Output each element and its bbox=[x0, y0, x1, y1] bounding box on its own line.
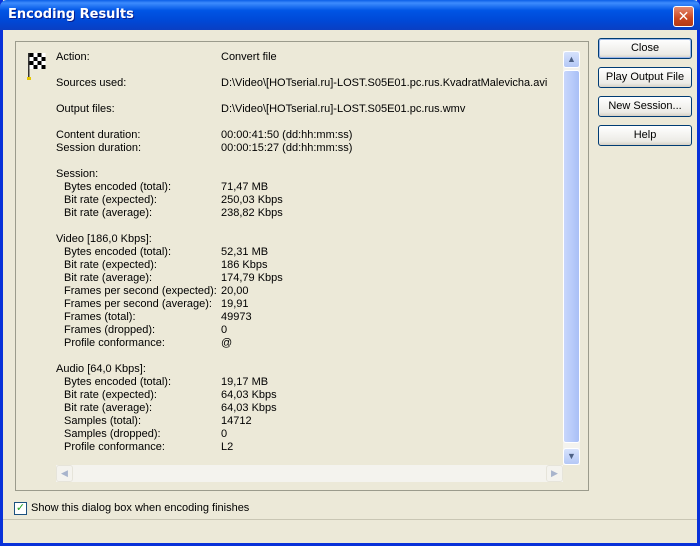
session-row-label: Bit rate (average): bbox=[64, 207, 153, 219]
scroll-right-button[interactable]: ▶ bbox=[546, 465, 563, 482]
video-header: Video [186,0 Kbps]: bbox=[56, 233, 152, 245]
video-row-value: 49973 bbox=[221, 311, 252, 323]
play-output-file-button[interactable]: Play Output File bbox=[598, 67, 692, 88]
window-close-button[interactable]: ✕ bbox=[673, 6, 694, 27]
new-session-label: New Session... bbox=[608, 100, 682, 112]
scroll-left-button[interactable]: ◀ bbox=[56, 465, 73, 482]
title-bar: Encoding Results ✕ bbox=[0, 0, 700, 30]
video-row-label: Profile conformance: bbox=[64, 337, 165, 349]
video-row-label: Bit rate (average): bbox=[64, 272, 153, 284]
sources-value: D:\Video\[HOTserial.ru]-LOST.S05E01.pc.r… bbox=[221, 77, 548, 89]
session-row-label: Bit rate (expected): bbox=[64, 194, 157, 206]
video-row-label: Frames per second (expected): bbox=[64, 285, 217, 297]
audio-row-value: L2 bbox=[221, 441, 234, 453]
video-row-value: 20,00 bbox=[221, 285, 249, 297]
audio-row-value: 14712 bbox=[221, 415, 252, 427]
scroll-down-button[interactable]: ▼ bbox=[563, 448, 580, 465]
video-row-label: Frames per second (average): bbox=[64, 298, 212, 310]
vertical-scrollbar[interactable]: ▲ ▼ bbox=[563, 51, 580, 465]
content-duration-label: Content duration: bbox=[56, 129, 141, 141]
audio-row-label: Bytes encoded (total): bbox=[64, 376, 172, 388]
help-label: Help bbox=[633, 129, 657, 141]
audio-row-value: 64,03 Kbps bbox=[221, 389, 277, 401]
content-duration-value: 00:00:41:50 (dd:hh:mm:ss) bbox=[221, 129, 353, 141]
session-duration-value: 00:00:15:27 (dd:hh:mm:ss) bbox=[221, 142, 353, 154]
play-output-file-label: Play Output File bbox=[605, 71, 685, 83]
sources-label: Sources used: bbox=[56, 77, 127, 89]
video-row-label: Frames (dropped): bbox=[64, 324, 156, 336]
checkered-flag-icon bbox=[27, 53, 46, 80]
show-dialog-label[interactable]: Show this dialog box when encoding finis… bbox=[31, 502, 249, 515]
encoding-results-dialog: Encoding Results ✕ Action: Convert file … bbox=[0, 0, 700, 546]
video-row-value: 19,91 bbox=[221, 298, 249, 310]
scroll-up-button[interactable]: ▲ bbox=[563, 51, 580, 68]
vertical-scroll-thumb[interactable] bbox=[563, 70, 580, 443]
video-row-label: Bit rate (expected): bbox=[64, 259, 157, 271]
video-row-value: 52,31 MB bbox=[221, 246, 269, 258]
audio-row-value: 64,03 Kbps bbox=[221, 402, 277, 414]
audio-row-label: Samples (dropped): bbox=[64, 428, 161, 440]
help-button[interactable]: Help bbox=[598, 125, 692, 146]
session-row-value: 71,47 MB bbox=[221, 181, 269, 193]
close-button-label: Close bbox=[630, 42, 660, 54]
close-button[interactable]: Close bbox=[598, 38, 692, 59]
window-title: Encoding Results bbox=[8, 7, 134, 22]
status-bar bbox=[3, 519, 697, 543]
action-label: Action: bbox=[56, 51, 90, 63]
session-header: Session: bbox=[56, 168, 99, 180]
audio-row-label: Profile conformance: bbox=[64, 441, 165, 453]
output-label: Output files: bbox=[56, 103, 115, 115]
audio-row-value: 19,17 MB bbox=[221, 376, 269, 388]
audio-header: Audio [64,0 Kbps]: bbox=[56, 363, 146, 375]
audio-row-label: Bit rate (expected): bbox=[64, 389, 157, 401]
video-row-value: 186 Kbps bbox=[221, 259, 268, 271]
audio-row-label: Bit rate (average): bbox=[64, 402, 153, 414]
video-row-label: Bytes encoded (total): bbox=[64, 246, 172, 258]
audio-row-label: Samples (total): bbox=[64, 415, 142, 427]
session-row-value: 238,82 Kbps bbox=[221, 207, 283, 219]
output-value: D:\Video\[HOTserial.ru]-LOST.S05E01.pc.r… bbox=[221, 103, 466, 115]
horizontal-scrollbar[interactable]: ◀ ▶ bbox=[56, 465, 563, 482]
video-row-value: 0 bbox=[221, 324, 228, 336]
session-duration-label: Session duration: bbox=[56, 142, 141, 154]
new-session-button[interactable]: New Session... bbox=[598, 96, 692, 117]
audio-row-value: 0 bbox=[221, 428, 228, 440]
video-row-label: Frames (total): bbox=[64, 311, 136, 323]
video-row-value: 174,79 Kbps bbox=[221, 272, 283, 284]
session-row-value: 250,03 Kbps bbox=[221, 194, 283, 206]
show-dialog-checkbox[interactable]: ✓ bbox=[14, 502, 27, 515]
video-row-value: @ bbox=[221, 337, 233, 349]
session-row-label: Bytes encoded (total): bbox=[64, 181, 172, 193]
results-panel: Action: Convert file Sources used: D:\Vi… bbox=[15, 41, 589, 491]
action-value: Convert file bbox=[221, 51, 277, 63]
